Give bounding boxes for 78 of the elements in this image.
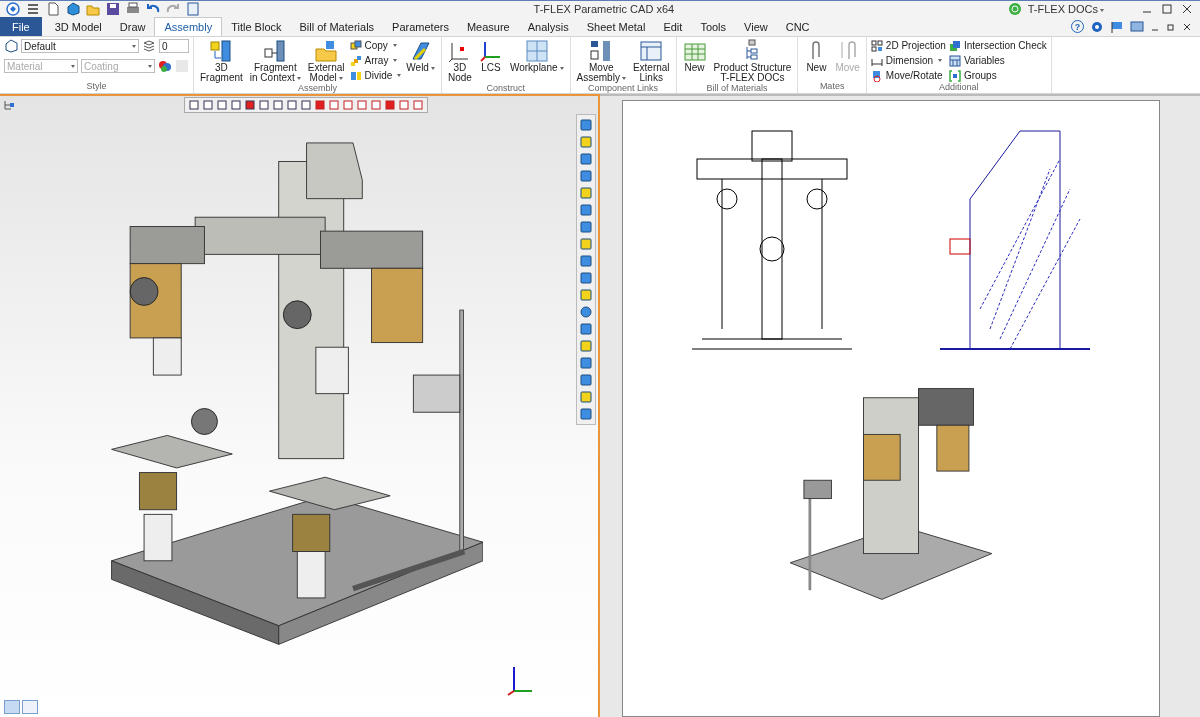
- app-logo-icon[interactable]: [6, 2, 20, 16]
- ribbon-button[interactable]: LCS: [476, 39, 505, 73]
- ribbon-button[interactable]: 3D Node: [445, 39, 474, 83]
- folder-cube-icon[interactable]: [314, 39, 339, 63]
- projection-icon[interactable]: [870, 39, 883, 52]
- ribbon-tab[interactable]: Assembly: [154, 17, 223, 36]
- calculator-icon[interactable]: [948, 54, 961, 67]
- ribbon-button[interactable]: 2D Projection: [870, 39, 946, 52]
- ribbon-tab[interactable]: Sheet Metal: [577, 17, 655, 36]
- group-label: Style: [85, 81, 108, 93]
- tree-icon[interactable]: [2, 98, 16, 112]
- ribbon-button[interactable]: Intersection Check: [948, 39, 1047, 52]
- group-label: Mates: [818, 81, 846, 93]
- ribbon-tab[interactable]: Title Block: [222, 17, 291, 36]
- ribbon-tab[interactable]: Parameters: [383, 17, 458, 36]
- file-tab[interactable]: File: [0, 17, 42, 36]
- flag-icon[interactable]: [1110, 19, 1124, 34]
- brackets-icon[interactable]: [948, 69, 961, 82]
- ribbon-button[interactable]: Move/Rotate: [870, 69, 946, 82]
- account-menu[interactable]: T-FLEX DOCs: [1027, 3, 1104, 15]
- group-label: Construct: [485, 83, 526, 93]
- document-icon[interactable]: [186, 2, 200, 16]
- ribbon-button[interactable]: Variables: [948, 54, 1047, 67]
- print-icon[interactable]: [126, 2, 140, 16]
- status-circle-icon[interactable]: [1007, 2, 1022, 16]
- ribbon-button[interactable]: Fragment in Context: [247, 39, 303, 83]
- intersection-icon[interactable]: [948, 39, 961, 52]
- fragment-icon[interactable]: [263, 39, 288, 63]
- ribbon-button[interactable]: Divide: [349, 69, 402, 82]
- cubes-icon[interactable]: [209, 39, 234, 63]
- ribbon-button[interactable]: New: [802, 39, 831, 73]
- ribbon-tab[interactable]: Edit: [654, 17, 692, 36]
- ribbon-button[interactable]: New: [680, 39, 709, 73]
- ribbon-tab[interactable]: Draw: [110, 17, 155, 36]
- ribbon-tab[interactable]: Measure: [457, 17, 519, 36]
- ribbon-button[interactable]: Product Structure T-FLEX DOCs: [711, 39, 794, 83]
- ribbon-button[interactable]: Copy: [349, 39, 402, 52]
- group-label: Component Links: [587, 83, 660, 93]
- ribbon-tab[interactable]: Analysis: [518, 17, 578, 36]
- close-icon[interactable]: [1182, 21, 1192, 32]
- group-label: Assembly: [296, 83, 338, 93]
- group-label: Additional: [938, 82, 980, 93]
- window-title: T-FLEX Parametric CAD x64: [532, 3, 676, 15]
- maximize-icon[interactable]: [1160, 2, 1174, 16]
- ribbon-tab[interactable]: Tools: [691, 17, 736, 36]
- ribbon-button[interactable]: Weld: [404, 39, 437, 73]
- restore-icon[interactable]: [1166, 21, 1176, 32]
- view-layout-button[interactable]: [22, 700, 38, 714]
- layer-input[interactable]: 0: [159, 39, 189, 53]
- ribbon-tab[interactable]: CNC: [776, 17, 819, 36]
- close-icon[interactable]: [1180, 2, 1194, 16]
- layers-icon[interactable]: [142, 39, 156, 53]
- style-dropdown[interactable]: Default: [21, 39, 139, 53]
- settings-icon[interactable]: [1090, 19, 1104, 34]
- square-icon[interactable]: [579, 322, 593, 336]
- ribbon-button[interactable]: Array: [349, 54, 402, 67]
- color-circles-icon[interactable]: [158, 59, 172, 73]
- style-cube-icon[interactable]: [4, 39, 18, 53]
- ribbon-button[interactable]: 3D Fragment: [198, 39, 245, 83]
- ribbon-button[interactable]: Dimension: [870, 54, 946, 67]
- ribbon-button[interactable]: Workplane: [507, 39, 566, 73]
- divide-icon[interactable]: [349, 69, 362, 82]
- ribbon-button[interactable]: Move Assembly: [574, 39, 628, 83]
- menu-icon[interactable]: [26, 2, 40, 16]
- ribbon-tab[interactable]: Bill of Materials: [290, 17, 384, 36]
- copy-icon[interactable]: [349, 39, 362, 52]
- save-icon[interactable]: [106, 2, 120, 16]
- group-label: Bill of Materials: [705, 83, 769, 93]
- ribbon-button[interactable]: External Links: [630, 39, 672, 83]
- move-rotate-icon[interactable]: [870, 69, 883, 82]
- ribbon-tab[interactable]: 3D Model: [45, 17, 111, 36]
- links-table-icon[interactable]: [639, 39, 664, 63]
- model-viewport[interactable]: [0, 94, 600, 717]
- screen-icon[interactable]: [1130, 19, 1144, 34]
- array-icon[interactable]: [349, 54, 362, 67]
- ribbon-button[interactable]: External Model: [305, 39, 347, 83]
- ribbon-button[interactable]: Groups: [948, 69, 1047, 82]
- ribbon-tab[interactable]: View: [735, 17, 777, 36]
